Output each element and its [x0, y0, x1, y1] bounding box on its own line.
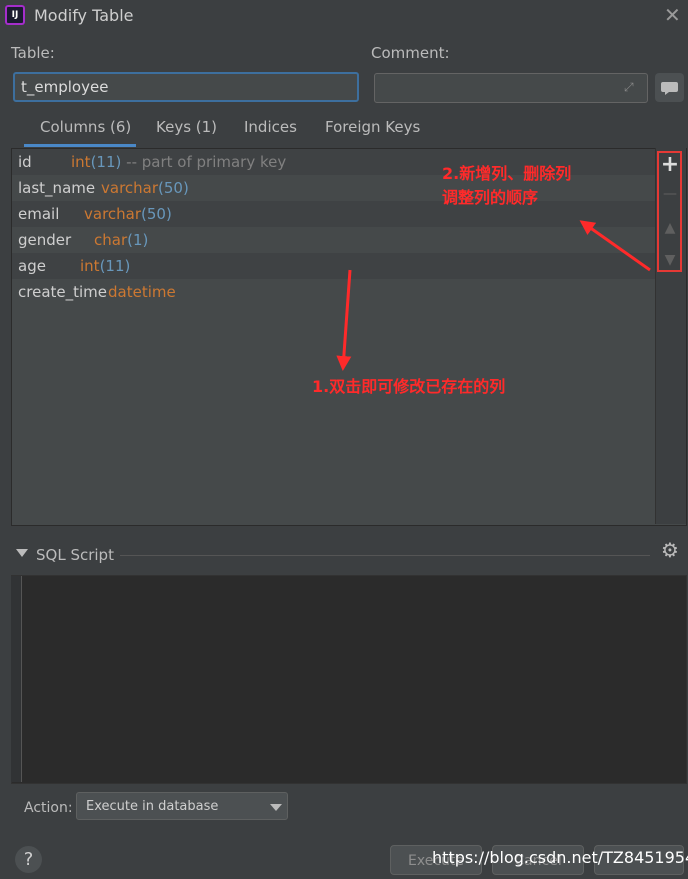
- annotation-add-remove: 2.新增列、删除列: [442, 164, 572, 183]
- intellij-icon: IJ: [5, 5, 25, 25]
- column-name: gender: [18, 231, 72, 249]
- column-type: int(11): [80, 257, 131, 275]
- annotation-double-click: 1.双击即可修改已存在的列: [312, 377, 506, 396]
- column-type: varchar(50): [84, 205, 172, 223]
- speech-bubble-icon: [661, 82, 678, 95]
- column-name: last_name: [18, 179, 96, 197]
- gear-icon[interactable]: ⚙: [661, 538, 679, 562]
- action-label: Action:: [24, 800, 73, 816]
- action-select-value: Execute in database: [86, 799, 219, 814]
- tab-keys[interactable]: Keys (1): [156, 118, 217, 136]
- title-bar: IJ Modify Table ✕: [0, 0, 688, 32]
- column-type: char(1): [94, 231, 149, 249]
- column-row-gender[interactable]: gender char(1): [12, 227, 657, 253]
- table-name-input[interactable]: t_employee: [13, 72, 359, 102]
- collapse-triangle-icon[interactable]: [16, 549, 28, 557]
- comment-button[interactable]: [655, 73, 684, 102]
- column-row-age[interactable]: age int(11): [12, 253, 657, 279]
- columns-list: id int(11) -- part of primary key last_n…: [11, 148, 687, 526]
- tab-columns[interactable]: Columns (6): [40, 118, 131, 136]
- annotation-reorder: 调整列的顺序: [442, 188, 539, 207]
- column-type: int(11) -- part of primary key: [71, 153, 287, 171]
- column-type: datetime: [108, 283, 176, 301]
- column-name: create_time: [18, 283, 108, 301]
- table-label: Table:: [11, 44, 55, 62]
- expand-icon[interactable]: ⤢: [624, 80, 640, 96]
- window-title: Modify Table: [34, 6, 134, 25]
- sql-script-title[interactable]: SQL Script: [36, 546, 114, 564]
- column-type: varchar(50): [101, 179, 189, 197]
- help-button[interactable]: ?: [15, 846, 42, 873]
- column-name: age: [18, 257, 46, 275]
- sql-script-editor[interactable]: [11, 575, 687, 784]
- annotation-highlight-box: [657, 151, 682, 272]
- column-row-create-time[interactable]: create_time datetime: [12, 279, 657, 305]
- watermark: https://blog.csdn.net/TZ845195485: [432, 848, 688, 867]
- comment-label: Comment:: [371, 44, 450, 62]
- chevron-down-icon: [270, 804, 282, 811]
- column-name: email: [18, 205, 60, 223]
- active-tab-indicator: [24, 144, 136, 147]
- column-row-email[interactable]: email varchar(50): [12, 201, 657, 227]
- comment-input[interactable]: [374, 73, 648, 103]
- tab-indices[interactable]: Indices: [244, 118, 297, 136]
- divider: [120, 555, 650, 556]
- editor-gutter: [11, 576, 22, 782]
- close-icon[interactable]: ✕: [664, 3, 681, 27]
- column-name: id: [18, 153, 32, 171]
- tab-foreign-keys[interactable]: Foreign Keys: [325, 118, 420, 136]
